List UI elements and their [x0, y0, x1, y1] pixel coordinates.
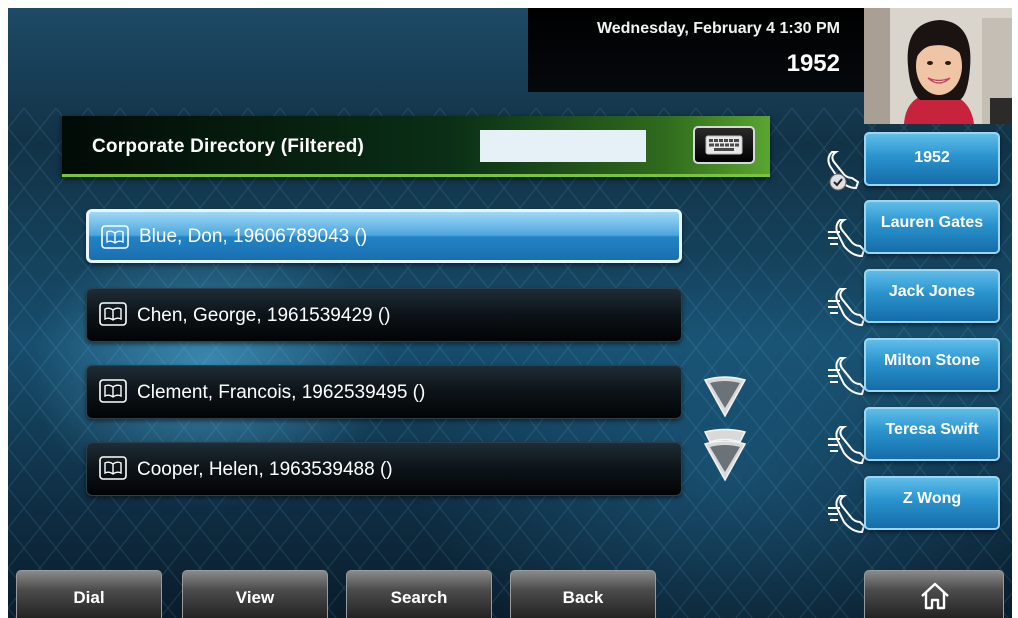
line-key-jack-jones[interactable]: Jack Jones: [864, 269, 1000, 323]
entry-label: Clement, Francois, 1962539495 (): [137, 382, 426, 403]
chevron-down-icon: [703, 376, 747, 418]
dial-button[interactable]: Dial: [16, 570, 162, 618]
handset-icon: [828, 288, 866, 327]
directory-entry[interactable]: Chen, George, 1961539429 (): [86, 288, 682, 342]
entry-label: Cooper, Helen, 1963539488 (): [137, 459, 393, 480]
entry-label: Blue, Don, 19606789043 (): [139, 226, 368, 247]
search-button[interactable]: Search: [346, 570, 492, 618]
line-key-milton-stone[interactable]: Milton Stone: [864, 338, 1000, 392]
book-icon: [99, 379, 127, 403]
line-key-label: 1952: [914, 149, 950, 166]
own-line-number: 1952: [786, 50, 840, 77]
search-input[interactable]: [480, 130, 646, 162]
handset-icon: [828, 357, 866, 396]
line-key-label: Lauren Gates: [880, 214, 984, 231]
keyboard-button[interactable]: [693, 126, 755, 164]
home-icon: [921, 582, 949, 610]
view-label: View: [235, 588, 275, 607]
double-chevron-down-icon: [703, 428, 747, 482]
line-key-label: Z Wong: [902, 490, 962, 507]
status-bar: Wednesday, February 4 1:30 PM 1952: [528, 8, 864, 92]
entry-label: Chen, George, 1961539429 (): [137, 305, 391, 326]
handset-icon: [828, 426, 866, 465]
directory-title-bar: Corporate Directory (Filtered): [62, 116, 770, 177]
keyboard-icon: [705, 135, 743, 155]
phone-screen: Wednesday, February 4 1:30 PM 1952 Corpo…: [8, 8, 1012, 618]
page-down-button[interactable]: [702, 428, 748, 484]
line-key-1952[interactable]: 1952: [864, 132, 1000, 186]
handset-icon: [828, 495, 866, 534]
book-icon: [99, 456, 127, 480]
directory-entry[interactable]: Clement, Francois, 1962539495 (): [86, 365, 682, 419]
line-key-teresa-swift[interactable]: Teresa Swift: [864, 407, 1000, 461]
view-button[interactable]: View: [182, 570, 328, 618]
directory-entry[interactable]: Cooper, Helen, 1963539488 (): [86, 442, 682, 496]
dial-label: Dial: [73, 588, 105, 607]
back-button[interactable]: Back: [510, 570, 656, 618]
line-key-lauren-gates[interactable]: Lauren Gates: [864, 200, 1000, 254]
line-key-z-wong[interactable]: Z Wong: [864, 476, 1000, 530]
scroll-down-button[interactable]: [702, 374, 748, 420]
line-key-label: Milton Stone: [884, 352, 980, 369]
handset-icon: [828, 219, 866, 258]
book-icon: [101, 225, 129, 249]
search-label: Search: [390, 588, 448, 607]
page-title: Corporate Directory (Filtered): [92, 136, 365, 157]
book-icon: [99, 302, 127, 326]
handset-registered-icon: [827, 151, 860, 191]
back-label: Back: [562, 588, 604, 607]
line-key-label: Jack Jones: [888, 283, 976, 300]
home-button[interactable]: [864, 570, 1004, 618]
date-time: Wednesday, February 4 1:30 PM: [596, 20, 840, 37]
directory-entry[interactable]: Blue, Don, 19606789043 (): [86, 209, 682, 263]
line-key-label: Teresa Swift: [885, 421, 979, 438]
avatar: [864, 8, 1012, 124]
